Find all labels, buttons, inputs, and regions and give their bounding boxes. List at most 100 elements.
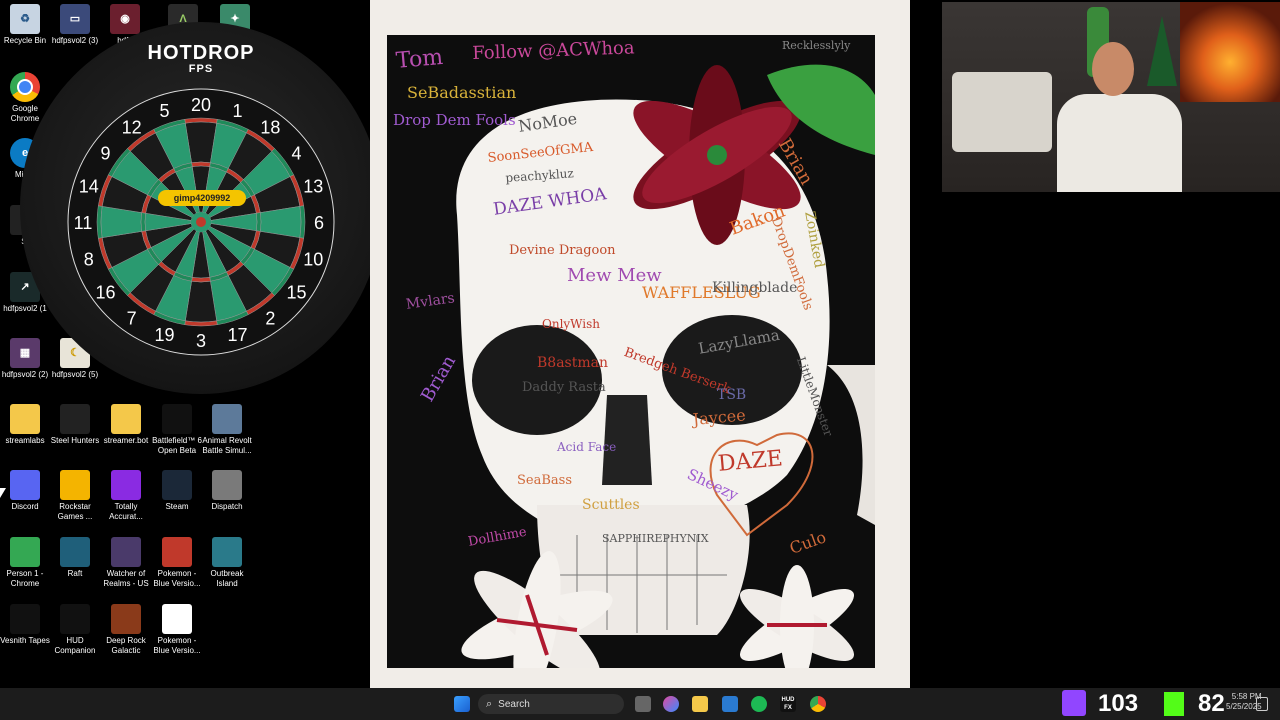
battlefield-icon	[162, 404, 192, 434]
dartboard-number: 7	[127, 308, 137, 328]
dartboard-number: 11	[74, 213, 93, 233]
signature-scribble: Tom	[395, 44, 445, 74]
desktop-icon-label: Outbreak Island	[210, 569, 244, 588]
dartboard-number: 4	[291, 144, 301, 164]
dart-scoreboard-widget: HOTDROP FPS 20 1 18 4 13 6 10 15 2 17 3 19 7 16 8 11 14 9…	[20, 22, 382, 394]
desktop-icon-label: Steel Hunters	[50, 436, 100, 445]
dartboard-number: 1	[232, 101, 242, 121]
player-tag: gimp4209992	[158, 190, 246, 206]
desktop-icon-0[interactable]: streamlabs	[0, 404, 50, 446]
game-icon	[10, 604, 40, 634]
desktop-icon-label: Vesnith Tapes	[0, 636, 50, 645]
desktop-icon-label: Dispatch	[211, 502, 243, 511]
game-icon	[212, 470, 242, 500]
webcam-feed	[942, 2, 1280, 192]
desktop-icon-7[interactable]: Totally Accurat...	[101, 470, 151, 522]
desktop-icon-5[interactable]: Discord	[0, 470, 50, 512]
dartboard-number: 13	[303, 177, 323, 197]
desktop-icon-17[interactable]: Deep Rock Galactic	[101, 604, 151, 656]
dartboard-number: 2	[265, 308, 275, 328]
taskbar: ⌕ Search HUD FX 103 82 5:58 PM 5/25/2025	[0, 688, 1280, 720]
desktop-icon-1[interactable]: Steel Hunters	[50, 404, 100, 446]
signature-scribble: TSB	[717, 387, 747, 403]
desktop-icon-10[interactable]: Person 1 - Chrome	[0, 537, 50, 589]
dartboard-number: 6	[314, 213, 324, 233]
signature-scribble: Recklesslyly	[782, 39, 851, 52]
steel-hunters-icon	[60, 404, 90, 434]
search-icon: ⌕	[486, 697, 493, 710]
dartboard-number: 9	[101, 144, 111, 164]
desktop-icon-label: Raft	[67, 569, 83, 578]
dartboard-number: 10	[303, 249, 323, 269]
mouse-cursor-icon	[0, 488, 6, 498]
desktop-icon-18[interactable]: Pokemon - Blue Versio...	[152, 604, 202, 656]
rockstar-icon	[60, 470, 90, 500]
chrome-taskbar-icon[interactable]	[810, 696, 826, 712]
desktop-icon-12[interactable]: Watcher of Realms - US	[101, 537, 151, 589]
desktop-icon-2[interactable]: streamer.bot	[101, 404, 151, 446]
discord-icon	[10, 470, 40, 500]
hud-fx-icon	[60, 604, 90, 634]
copilot-icon[interactable]	[663, 696, 679, 712]
desktop-icon-6[interactable]: Rockstar Games ...	[50, 470, 100, 522]
signature-scribble: Scuttles	[582, 497, 640, 513]
notepad-icon[interactable]	[722, 696, 738, 712]
taskbar-search[interactable]: ⌕ Search	[478, 694, 624, 714]
signature-scribble: OnlyWish	[542, 317, 601, 331]
pokemon-icon	[162, 537, 192, 567]
signature-scribble: B8astman	[537, 355, 608, 371]
raft-icon	[60, 537, 90, 567]
desktop-icon-label: Animal Revolt Battle Simul...	[202, 436, 252, 455]
game-icon	[111, 537, 141, 567]
desktop-icon-label: Discord	[11, 502, 39, 511]
desktop-icon-15[interactable]: Vesnith Tapes	[0, 604, 50, 646]
desktop-icon-13[interactable]: Pokemon - Blue Versio...	[152, 537, 202, 589]
windows-start-icon[interactable]	[454, 696, 470, 712]
desktop-icon-14[interactable]: Outbreak Island	[202, 537, 252, 589]
skull-canvas: Tom Follow @ACWhoa SeBadasstian Drop Dem Fo…	[387, 35, 875, 668]
dartboard-number: 16	[96, 282, 116, 302]
spotify-icon[interactable]	[751, 696, 767, 712]
task-view-icon[interactable]	[635, 696, 651, 712]
dartboard-number: 19	[155, 325, 175, 345]
desktop-icon-label: streamlabs	[5, 436, 45, 445]
signature-scribble: Killingblade	[712, 280, 798, 296]
kick-viewer-count: 82	[1198, 690, 1225, 717]
game-icon	[111, 604, 141, 634]
signature-scribble: Acid Face	[557, 440, 617, 454]
desktop-icon-16[interactable]: HUD Companion	[50, 604, 100, 656]
desktop-icon-11[interactable]: Raft	[50, 537, 100, 579]
search-placeholder: Search	[498, 698, 530, 710]
file-icon	[162, 604, 192, 634]
dartboard-number: 20	[191, 95, 211, 115]
desktop-icon-label: Battlefield™ 6 Open Beta	[152, 436, 202, 455]
signature-scribble: Devine Dragoon	[509, 243, 616, 258]
dartboard-number: 17	[227, 325, 247, 345]
twitch-viewer-count: 103	[1098, 690, 1139, 717]
desktop-icon-9[interactable]: Dispatch	[202, 470, 252, 512]
desktop-icon-label: Totally Accurat...	[109, 502, 143, 521]
desktop-icon-3[interactable]: Battlefield™ 6 Open Beta	[152, 404, 202, 456]
hud-fx-icon[interactable]: HUD FX	[780, 696, 796, 712]
game-icon	[111, 470, 141, 500]
signature-scribble: SeBadasstian	[407, 83, 517, 102]
twitch-icon	[1062, 690, 1086, 716]
desktop-icon-label: Pokemon - Blue Versio...	[153, 569, 201, 588]
chrome-icon	[10, 537, 40, 567]
dartboard-number: 15	[286, 282, 306, 302]
game-icon	[212, 404, 242, 434]
desktop-icon-4[interactable]: Animal Revolt Battle Simul...	[202, 404, 252, 456]
desktop-icon-label: Watcher of Realms - US	[103, 569, 149, 588]
dartboard-number: 3	[196, 331, 206, 351]
folder-icon	[10, 404, 40, 434]
dartboard: 20 1 18 413 6 10 15 2 17 3 19 7 168 11 149 12 5	[67, 88, 335, 356]
file-explorer-icon[interactable]	[692, 696, 708, 712]
notification-icon[interactable]	[1256, 697, 1268, 711]
folder-icon	[111, 404, 141, 434]
game-icon	[212, 537, 242, 567]
dartboard-number: 5	[160, 101, 170, 121]
dartboard-bullseye	[196, 217, 206, 227]
desktop-icon-8[interactable]: Steam	[152, 470, 202, 512]
desktop-icon-label: streamer.bot	[103, 436, 149, 445]
signature-scribble: Drop Dem Fools	[393, 111, 516, 129]
